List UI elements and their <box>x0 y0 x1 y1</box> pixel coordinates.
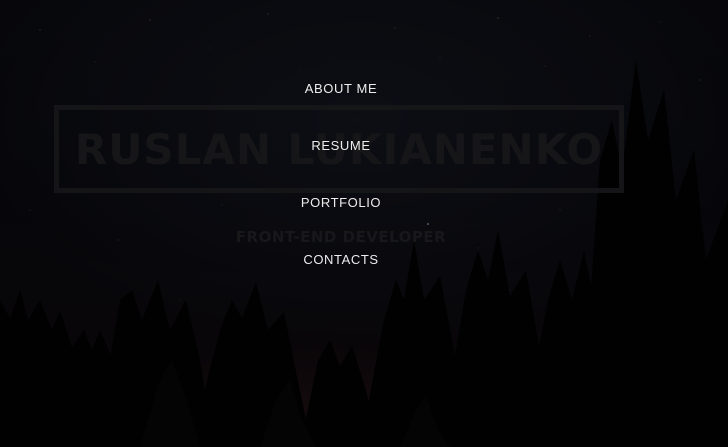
page-background: RUSLAN LUKIANENKO FRONT-END DEVELOPER AB… <box>0 0 728 447</box>
nav-link-portfolio[interactable]: PORTFOLIO <box>0 195 682 210</box>
nav-link-label: ABOUT ME <box>304 81 378 96</box>
nav-link-about-me[interactable]: ABOUT ME <box>0 81 682 96</box>
nav-link-label: RESUME <box>311 138 371 153</box>
nav-link-contacts[interactable]: CONTACTS <box>0 252 682 267</box>
nav-link-label: PORTFOLIO <box>300 195 382 210</box>
main-navigation: ABOUT ME RESUME PORTFOLIO CONTACTS <box>0 0 682 447</box>
nav-link-resume[interactable]: RESUME <box>0 138 682 153</box>
nav-link-label: CONTACTS <box>303 252 379 267</box>
